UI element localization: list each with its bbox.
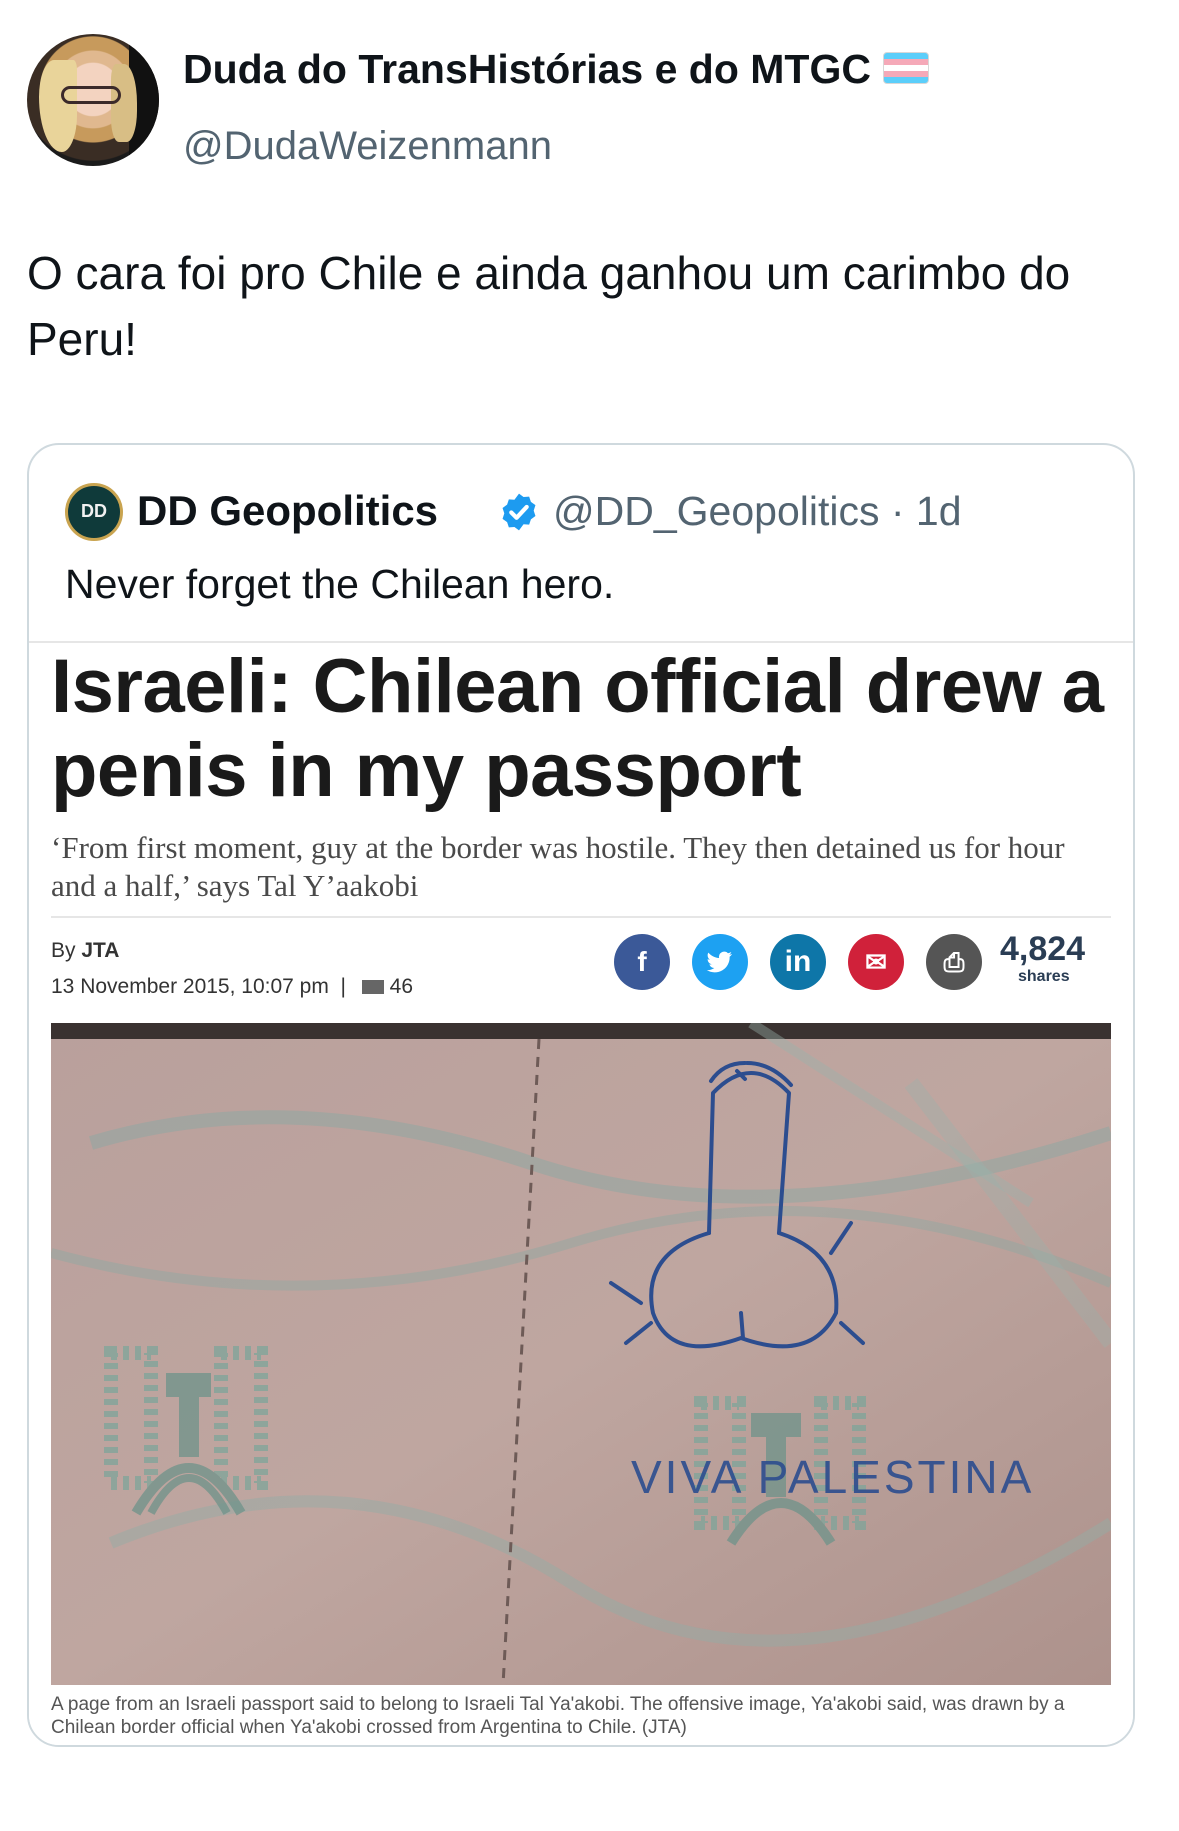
- linkedin-icon[interactable]: in: [770, 934, 826, 990]
- passport-page-illustration: VIVA PALESTINA: [51, 1023, 1111, 1685]
- photo-caption: A page from an Israeli passport said to …: [51, 1694, 1065, 1738]
- author-name[interactable]: Duda do TransHistórias e do MTGC: [183, 46, 929, 93]
- divider: [51, 916, 1111, 918]
- author-avatar[interactable]: [27, 34, 159, 166]
- trans-flag-icon: [882, 52, 929, 85]
- email-icon[interactable]: ✉: [848, 934, 904, 990]
- article-standfirst: ‘From first moment, guy at the border wa…: [51, 830, 1065, 903]
- author-handle[interactable]: @DudaWeizenmann: [183, 124, 552, 169]
- article-dateline: 13 November 2015, 10:07 pm | 46: [51, 975, 413, 999]
- quoted-tweet-text: Never forget the Chilean hero.: [65, 561, 615, 607]
- byline-author: JTA: [81, 939, 120, 962]
- print-icon[interactable]: ⎙: [926, 934, 982, 990]
- share-label: shares: [1018, 968, 1070, 985]
- article-screenshot[interactable]: Israeli: Chilean official drew a penis i…: [29, 641, 1133, 1745]
- article-headline: Israeli: Chilean official drew a penis i…: [51, 644, 1104, 813]
- quoted-author-name[interactable]: DD Geopolitics: [137, 483, 438, 539]
- article-date: 13 November 2015, 10:07 pm: [51, 975, 329, 998]
- byline-prefix: By: [51, 939, 76, 962]
- tweet-text: O cara foi pro Chile e ainda ganhou um c…: [27, 247, 1071, 365]
- facebook-icon[interactable]: f: [614, 934, 670, 990]
- tweet-header: Duda do TransHistórias e do MTGC @DudaWe…: [27, 34, 1147, 174]
- dateline-separator: |: [340, 975, 346, 998]
- passport-photo[interactable]: VIVA PALESTINA: [51, 1023, 1111, 1685]
- quoted-author-avatar[interactable]: DD: [65, 483, 123, 541]
- quoted-author-handle[interactable]: @DD_Geopolitics · 1d: [553, 483, 962, 539]
- comment-count: 46: [389, 975, 414, 998]
- comment-icon: [361, 980, 384, 995]
- passport-handwriting: VIVA PALESTINA: [631, 1451, 1034, 1503]
- share-count: 4,824: [1000, 930, 1086, 968]
- verified-badge-icon: [502, 493, 536, 531]
- twitter-icon[interactable]: [692, 934, 748, 990]
- quoted-tweet[interactable]: DD DD Geopolitics @DD_Geopolitics · 1d N…: [27, 443, 1135, 1747]
- article-byline: By JTA: [51, 939, 119, 963]
- author-name-text: Duda do TransHistórias e do MTGC: [183, 46, 871, 92]
